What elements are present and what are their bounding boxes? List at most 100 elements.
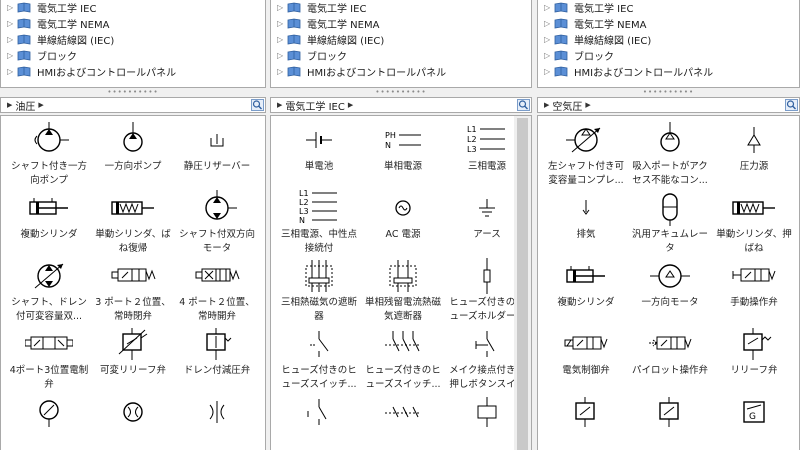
expand-arrow-icon[interactable]: ▷ [277,3,287,12]
accumulator-icon [628,188,712,228]
symbol-item[interactable]: シャフト付き一方向ポンプ [7,120,91,188]
splitter-grip[interactable]: •••••••••• [537,88,800,97]
expand-arrow-icon[interactable]: ▷ [544,19,554,28]
symbol-item[interactable]: 複動シリンダ [7,188,91,242]
tree-item[interactable]: ▷ 電気工学 IEC [1,0,265,15]
symbol-item[interactable]: PH N 単相電源 [361,120,445,174]
tree-item[interactable]: ▷ ブロック [1,47,265,63]
symbol-label: 電気制御弁 [562,365,610,376]
breadcrumb-next-icon[interactable]: ▶ [585,101,590,109]
symbol-item[interactable]: 単相残留電流熱磁気遮断器 [361,256,445,324]
expand-arrow-icon[interactable]: ▷ [7,51,17,60]
tree-item[interactable]: ▷ HMIおよびコントロールパネル [538,63,799,79]
splitter-grip[interactable]: •••••••••• [270,88,532,97]
breadcrumb-arrow-icon[interactable]: ▶ [277,101,282,109]
symbol-item[interactable]: シャフト付双方向モータ [175,188,259,256]
scrollbar-thumb[interactable] [517,118,528,450]
vertical-scrollbar[interactable] [514,116,531,450]
tree-item[interactable]: ▷ 電気工学 NEMA [1,15,265,31]
tree-item[interactable]: ▷ HMIおよびコントロールパネル [271,63,531,79]
breadcrumb-label[interactable]: 空気圧 [552,98,582,113]
symbol-item[interactable]: 排気 [544,188,628,242]
breadcrumb-label[interactable]: 電気工学 IEC [285,98,344,113]
symbol-item[interactable]: AC 電源 [361,188,445,242]
breadcrumb-next-icon[interactable]: ▶ [348,101,353,109]
expand-arrow-icon[interactable]: ▷ [7,19,17,28]
tree-item[interactable]: ▷ ブロック [538,47,799,63]
symbol-item[interactable]: ドレン付減圧弁 [175,324,259,378]
symbol-item[interactable]: 単動シリンダ、押ばね [712,188,796,256]
tree-item[interactable]: ▷ 電気工学 IEC [271,0,531,15]
symbol-item[interactable]: 汎用アキュムレータ [628,188,712,256]
tree-item[interactable]: ▷ 電気工学 NEMA [538,15,799,31]
search-icon[interactable] [785,99,798,111]
symbol-item[interactable]: G [712,392,796,432]
symbol-grid: 単電池 PH N 単相電源 L1 L2 L3 三相電源 L1 L2 L3 N 三相電源、中性点接続付 AC… [270,115,532,450]
expand-arrow-icon[interactable]: ▷ [544,35,554,44]
symbol-item[interactable]: 三相熱磁気の遮断器 [277,256,361,324]
tree-item[interactable]: ▷ 電気工学 IEC [538,0,799,15]
symbol-item[interactable]: 吸入ポートがアクセス不能なコン... [628,120,712,188]
symbol-item[interactable]: L1 L2 L3 N 三相電源、中性点接続付 [277,188,361,256]
expand-arrow-icon[interactable]: ▷ [7,67,17,76]
breadcrumb-next-icon[interactable]: ▶ [38,101,43,109]
symbol-item[interactable] [628,392,712,432]
symbol-item[interactable]: パイロット操作弁 [628,324,712,378]
valve-4port-icon [175,256,259,296]
valve-3pos-icon [7,324,91,364]
symbol-item[interactable]: 一方向モータ [628,256,712,310]
search-icon[interactable] [251,99,264,111]
breadcrumb-arrow-icon[interactable]: ▶ [7,101,12,109]
library-book-icon [17,50,31,61]
symbol-item[interactable]: 一方向ポンプ [91,120,175,174]
symbol-item[interactable]: 手動操作弁 [712,256,796,310]
tree-item[interactable]: ▷ ブロック [271,47,531,63]
svg-text:L3: L3 [467,145,477,154]
breadcrumb-label[interactable]: 油圧 [15,98,35,113]
expand-arrow-icon[interactable]: ▷ [277,51,287,60]
expand-arrow-icon[interactable]: ▷ [277,67,287,76]
expand-arrow-icon[interactable]: ▷ [277,19,287,28]
tree-item[interactable]: ▷ HMIおよびコントロールパネル [1,63,265,79]
symbol-item[interactable]: 3 ポート２位置、常時閉弁 [91,256,175,324]
symbol-item[interactable]: 単動シリンダ、ばね復帰 [91,188,175,256]
symbol-item[interactable] [175,392,259,432]
search-icon[interactable] [517,99,530,111]
tree-item[interactable]: ▷ 電気工学 NEMA [271,15,531,31]
expand-arrow-icon[interactable]: ▷ [544,51,554,60]
symbol-item[interactable]: 圧力源 [712,120,796,174]
tree-item[interactable]: ▷ 単線結線図 (IEC) [1,31,265,47]
symbol-item[interactable]: ヒューズ付きのヒューズスイッチ... [361,324,445,392]
symbol-item[interactable]: 複動シリンダ [544,256,628,310]
symbol-item[interactable]: 単電池 [277,120,361,174]
expand-arrow-icon[interactable]: ▷ [277,35,287,44]
symbol-item[interactable] [361,392,445,432]
library-tree: ▷ 電気工学 IEC ▷ 電気工学 NEMA ▷ 単線結線図 (IEC) ▷ ブロック ▷ HMI… [537,0,800,88]
symbol-item[interactable]: 左シャフト付き可変容量コンプレ... [544,120,628,188]
symbol-item[interactable]: 静圧リザーバー [175,120,259,174]
expand-arrow-icon[interactable]: ▷ [544,67,554,76]
tree-item-label: 電気工学 IEC [37,3,97,15]
symbol-item[interactable]: 電気制御弁 [544,324,628,378]
symbol-item[interactable]: シャフト、ドレン付可変容量双... [7,256,91,324]
splitter-grip[interactable]: •••••••••• [0,88,266,97]
symbol-label: 可変リリーフ弁 [100,365,166,376]
expand-arrow-icon[interactable]: ▷ [7,3,17,12]
expand-arrow-icon[interactable]: ▷ [544,3,554,12]
symbol-item[interactable]: 4ポート3位置電制弁 [7,324,91,392]
symbol-item[interactable]: ヒューズ付きのヒューズスイッチ... [277,324,361,392]
symbol-item[interactable] [91,392,175,432]
breadcrumb-arrow-icon[interactable]: ▶ [544,101,549,109]
symbol-item[interactable] [277,392,361,432]
symbol-label: パイロット操作弁 [631,365,708,376]
symbol-item[interactable]: 可変リリーフ弁 [91,324,175,378]
expand-arrow-icon[interactable]: ▷ [7,35,17,44]
tree-item[interactable]: ▷ 単線結線図 (IEC) [538,31,799,47]
symbol-item[interactable]: リリーフ弁 [712,324,796,378]
symbol-item[interactable] [7,392,91,432]
symbol-item[interactable]: 4 ポート２位置、常時開弁 [175,256,259,324]
tree-item-label: 電気工学 NEMA [307,19,380,31]
symbol-label: ヒューズ付きのヒューズスイッチ... [365,365,441,390]
symbol-item[interactable] [544,392,628,432]
tree-item[interactable]: ▷ 単線結線図 (IEC) [271,31,531,47]
